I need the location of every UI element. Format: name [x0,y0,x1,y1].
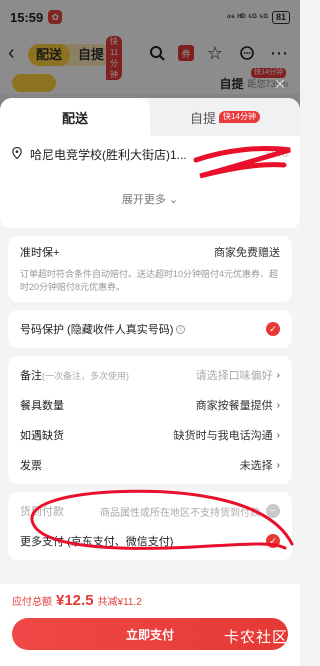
chevron-right-icon: › [276,369,280,381]
saved-amount: 共减¥11.2 [97,597,142,608]
chevron-right-icon: › [276,399,280,411]
invoice-value: 未选择 [239,460,273,472]
ontime-value: 商家免费赠送 [214,247,280,259]
expand-more-label: 展开更多 [121,194,166,206]
checkout-sheet: 配送 自提 快14分钟 哈尼电竞学校(胜利大街店)1... 8878 展开更多 … [0,98,300,666]
payment-card: 货到付款 商品属性或所在地区不支持货到付款 − 更多支付 (京东支付、微信支付)… [8,492,292,560]
stockout-value: 缺货时与我电话沟通 [173,430,273,442]
info-icon[interactable]: i [176,324,186,334]
address-row[interactable]: 哈尼电竞学校(胜利大街店)1... 8878 [12,146,288,163]
tableware-value: 商家按餐量提供 [195,400,273,412]
ontime-label: 准时保+ [20,247,60,259]
tab-pickup-label: 自提 [190,110,217,126]
stockout-row[interactable]: 如遇缺货 缺货时与我电话沟通 › [8,420,292,450]
total-label: 应付总额 [12,597,52,608]
more-pay-checkbox[interactable]: ✓ [266,534,280,548]
privacy-card: 号码保护 (隐藏收件人真实号码) i ✓ [8,310,292,348]
watermark: 卡农社区 [223,629,288,646]
remark-row[interactable]: 备注 (一次备注，多次使用) 请选择口味偏好 › [8,360,292,390]
cod-label: 货到付款 [20,506,64,518]
cod-value: 商品属性或所在地区不支持货到付款 [100,507,260,519]
address-phone: 8878 [265,149,288,160]
total-row: 应付总额 ¥12.5 共减¥11.2 [0,584,300,617]
disabled-icon: − [266,504,280,518]
address-text: 哈尼电竞学校(胜利大街店)1... [30,148,187,162]
privacy-label: 号码保护 (隐藏收件人真实号码) [20,324,174,336]
total-amount: ¥12.5 [56,592,94,609]
remark-hint: (一次备注，多次使用) [42,370,129,381]
privacy-checkbox[interactable]: ✓ [266,322,280,336]
more-pay-label: 更多支付 (京东支付、微信支付) [20,536,174,548]
checkout-footer: 应付总额 ¥12.5 共减¥11.2 立即支付 卡农社区 [0,584,300,666]
ontime-card: 准时保+ 商家免费赠送 订单超时符合条件自动赔付。送达超时10分钟赔付4元优惠券… [8,236,292,302]
expand-more-button[interactable]: 展开更多 ⌄ [12,191,288,207]
privacy-row[interactable]: 号码保护 (隐藏收件人真实号码) i ✓ [8,310,292,348]
remark-value: 请选择口味偏好 [195,370,273,382]
tab-delivery-label: 配送 [61,110,88,126]
tableware-label: 餐具数量 [20,400,64,412]
invoice-label: 发票 [20,460,42,472]
pickup-speed-badge: 快14分钟 [219,111,260,123]
cod-row: 货到付款 商品属性或所在地区不支持货到付款 − [8,496,292,526]
close-icon[interactable]: × [272,75,288,93]
chevron-down-icon: ⌄ [168,194,179,206]
ontime-row: 准时保+ 商家免费赠送 [8,236,292,268]
options-card: 备注 (一次备注，多次使用) 请选择口味偏好 › 餐具数量 商家按餐量提供 › … [8,356,292,484]
more-pay-row[interactable]: 更多支付 (京东支付、微信支付) ✓ [8,526,292,556]
chevron-right-icon: › [276,459,280,471]
location-pin-icon [12,146,24,162]
remark-label: 备注 [20,370,42,382]
chevron-right-icon: › [276,429,280,441]
stockout-label: 如遇缺货 [20,430,64,442]
tab-pickup[interactable]: 自提 快14分钟 [150,98,300,136]
tab-delivery[interactable]: 配送 [0,98,150,136]
invoice-row[interactable]: 发票 未选择 › [8,450,292,480]
sheet-tabs: 配送 自提 快14分钟 [0,98,300,136]
ontime-description: 订单超时符合条件自动赔付。送达超时10分钟赔付4元优惠券、超时20分钟赔付8元优… [20,269,279,292]
address-card: 哈尼电竞学校(胜利大街店)1... 8878 展开更多 ⌄ [0,136,300,228]
tableware-row[interactable]: 餐具数量 商家按餐量提供 › [8,390,292,420]
